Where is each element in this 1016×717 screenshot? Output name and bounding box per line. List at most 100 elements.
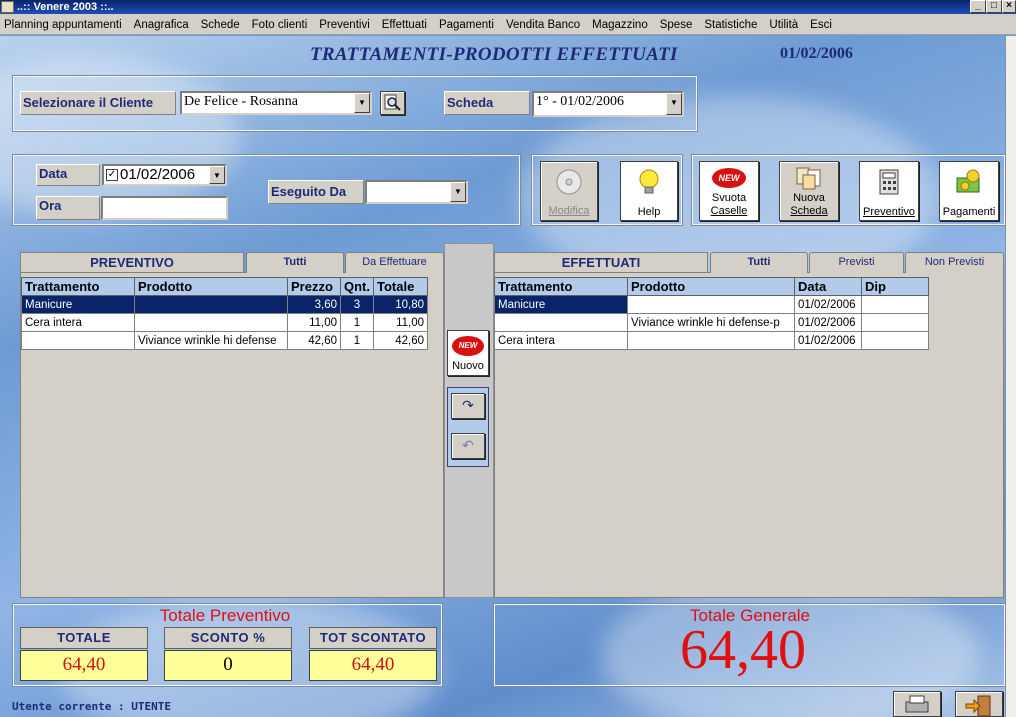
- tab-preventivo-tutti[interactable]: Tutti: [246, 252, 344, 273]
- table-row[interactable]: Manicure 3,60 3 10,80: [21, 295, 428, 314]
- cell[interactable]: 1: [340, 313, 374, 332]
- chevron-down-icon[interactable]: ▼: [666, 93, 682, 115]
- data-label: Data: [36, 164, 100, 186]
- svuota-label-1: Svuota: [711, 192, 747, 204]
- scheda-combo[interactable]: 1° - 01/02/2006 ▼: [532, 91, 684, 117]
- exit-button[interactable]: [955, 691, 1003, 717]
- col-trattamento[interactable]: Trattamento: [494, 277, 628, 296]
- col-dip[interactable]: Dip: [861, 277, 929, 296]
- sconto-input[interactable]: 0: [164, 650, 292, 681]
- exit-door-icon: [965, 695, 991, 716]
- table-row[interactable]: Viviance wrinkle hi defense 42,60 1 42,6…: [21, 331, 428, 350]
- menu-esci[interactable]: Esci: [810, 19, 832, 31]
- window-title-bar: ..:: Venere 2003 ::.. _ □ ×: [0, 0, 1016, 14]
- table-row[interactable]: Viviance wrinkle hi defense-p 01/02/2006: [494, 313, 929, 332]
- tot-scontato-label: TOT SCONTATO: [309, 627, 437, 649]
- nuovo-button[interactable]: NEW Nuovo: [447, 330, 489, 376]
- table-row[interactable]: Cera intera 11,00 1 11,00: [21, 313, 428, 332]
- cell[interactable]: [627, 295, 795, 314]
- print-button[interactable]: [893, 691, 941, 717]
- maximize-button[interactable]: □: [986, 0, 1002, 13]
- pagamenti-button[interactable]: Pagamenti: [939, 161, 999, 221]
- menu-magazzino[interactable]: Magazzino: [592, 19, 648, 31]
- status-user: Utente corrente : UTENTE: [12, 700, 171, 713]
- cell[interactable]: 3: [340, 295, 374, 314]
- menu-schede[interactable]: Schede: [201, 19, 240, 31]
- cell[interactable]: [861, 313, 929, 332]
- help-button[interactable]: Help: [620, 161, 678, 221]
- cell[interactable]: [134, 313, 288, 332]
- cell[interactable]: Cera intera: [494, 331, 628, 350]
- menu-vendita-banco[interactable]: Vendita Banco: [506, 19, 580, 31]
- cell[interactable]: Manicure: [494, 295, 628, 314]
- close-button[interactable]: ×: [1002, 0, 1016, 13]
- svuota-caselle-button[interactable]: NEW Svuota Caselle: [699, 161, 759, 221]
- page-title: TRATTAMENTI-PRODOTTI EFFETTUATI: [310, 44, 678, 65]
- menu-anagrafica[interactable]: Anagrafica: [134, 19, 189, 31]
- col-qnt[interactable]: Qnt.: [340, 277, 374, 296]
- tab-preventivo-da-effettuare[interactable]: Da Effettuare: [345, 252, 444, 273]
- data-picker[interactable]: ✓ 01/02/2006 ▼: [102, 164, 227, 186]
- modifica-button[interactable]: Modifica: [540, 161, 598, 221]
- chevron-down-icon[interactable]: ▼: [209, 166, 225, 184]
- table-header: Trattamento Prodotto Prezzo Qnt. Totale: [21, 277, 428, 296]
- col-trattamento[interactable]: Trattamento: [21, 277, 135, 296]
- tab-effettuati-previsti[interactable]: Previsti: [809, 252, 904, 273]
- nuova-scheda-button[interactable]: Nuova Scheda: [779, 161, 839, 221]
- menu-pagamenti[interactable]: Pagamenti: [439, 19, 494, 31]
- menu-planning[interactable]: Planning appuntamenti: [4, 19, 122, 31]
- cell[interactable]: 11,00: [287, 313, 341, 332]
- col-prezzo[interactable]: Prezzo: [287, 277, 341, 296]
- new-badge-icon: NEW: [452, 336, 484, 356]
- col-data[interactable]: Data: [794, 277, 862, 296]
- cell[interactable]: Viviance wrinkle hi defense: [134, 331, 288, 350]
- magnifier-icon: [384, 94, 401, 111]
- col-prodotto[interactable]: Prodotto: [627, 277, 795, 296]
- col-prodotto[interactable]: Prodotto: [134, 277, 288, 296]
- modifica-label: Modifica: [548, 205, 590, 217]
- menu-utilita[interactable]: Utilità: [769, 19, 798, 31]
- cell[interactable]: 01/02/2006: [794, 331, 862, 350]
- cell[interactable]: 10,80: [373, 295, 428, 314]
- cell[interactable]: 42,60: [373, 331, 428, 350]
- cell[interactable]: 42,60: [287, 331, 341, 350]
- cell[interactable]: [861, 331, 929, 350]
- undo-button[interactable]: ↶: [451, 433, 485, 459]
- tab-effettuati-tutti[interactable]: Tutti: [710, 252, 808, 273]
- chevron-down-icon[interactable]: ▼: [354, 93, 370, 113]
- minimize-button[interactable]: _: [970, 0, 986, 13]
- chevron-down-icon[interactable]: ▼: [450, 182, 466, 202]
- cell[interactable]: Manicure: [21, 295, 135, 314]
- ora-input[interactable]: [101, 196, 228, 220]
- cell[interactable]: 01/02/2006: [794, 295, 862, 314]
- cell[interactable]: 11,00: [373, 313, 428, 332]
- table-row[interactable]: Manicure 01/02/2006: [494, 295, 929, 314]
- cell[interactable]: [21, 331, 135, 350]
- cell[interactable]: [134, 295, 288, 314]
- cell[interactable]: [861, 295, 929, 314]
- preventivo-button[interactable]: Preventivo: [859, 161, 919, 221]
- cell[interactable]: 1: [340, 331, 374, 350]
- cell[interactable]: 3,60: [287, 295, 341, 314]
- menu-preventivi[interactable]: Preventivi: [319, 19, 370, 31]
- preventivo-label: Preventivo: [863, 206, 915, 218]
- eseguito-combo[interactable]: ▼: [365, 180, 468, 204]
- totale-generale-value: 64,40: [680, 619, 806, 681]
- menu-spese[interactable]: Spese: [660, 19, 693, 31]
- menu-statistiche[interactable]: Statistiche: [704, 19, 757, 31]
- col-totale[interactable]: Totale: [373, 277, 428, 296]
- redo-button[interactable]: ↷: [451, 393, 485, 419]
- table-row[interactable]: Cera intera 01/02/2006: [494, 331, 929, 350]
- tab-effettuati-non-previsti[interactable]: Non Previsti: [905, 252, 1004, 273]
- client-combo[interactable]: De Felice - Rosanna ▼: [180, 91, 372, 115]
- date-checkbox[interactable]: ✓: [106, 169, 118, 182]
- cell[interactable]: [627, 331, 795, 350]
- menu-effettuati[interactable]: Effettuati: [382, 19, 427, 31]
- cell[interactable]: Cera intera: [21, 313, 135, 332]
- cell[interactable]: Viviance wrinkle hi defense-p: [627, 313, 795, 332]
- menu-foto-clienti[interactable]: Foto clienti: [252, 19, 308, 31]
- cell[interactable]: 01/02/2006: [794, 313, 862, 332]
- cell[interactable]: [494, 313, 628, 332]
- table-header: Trattamento Prodotto Data Dip: [494, 277, 929, 296]
- client-search-button[interactable]: [380, 91, 405, 115]
